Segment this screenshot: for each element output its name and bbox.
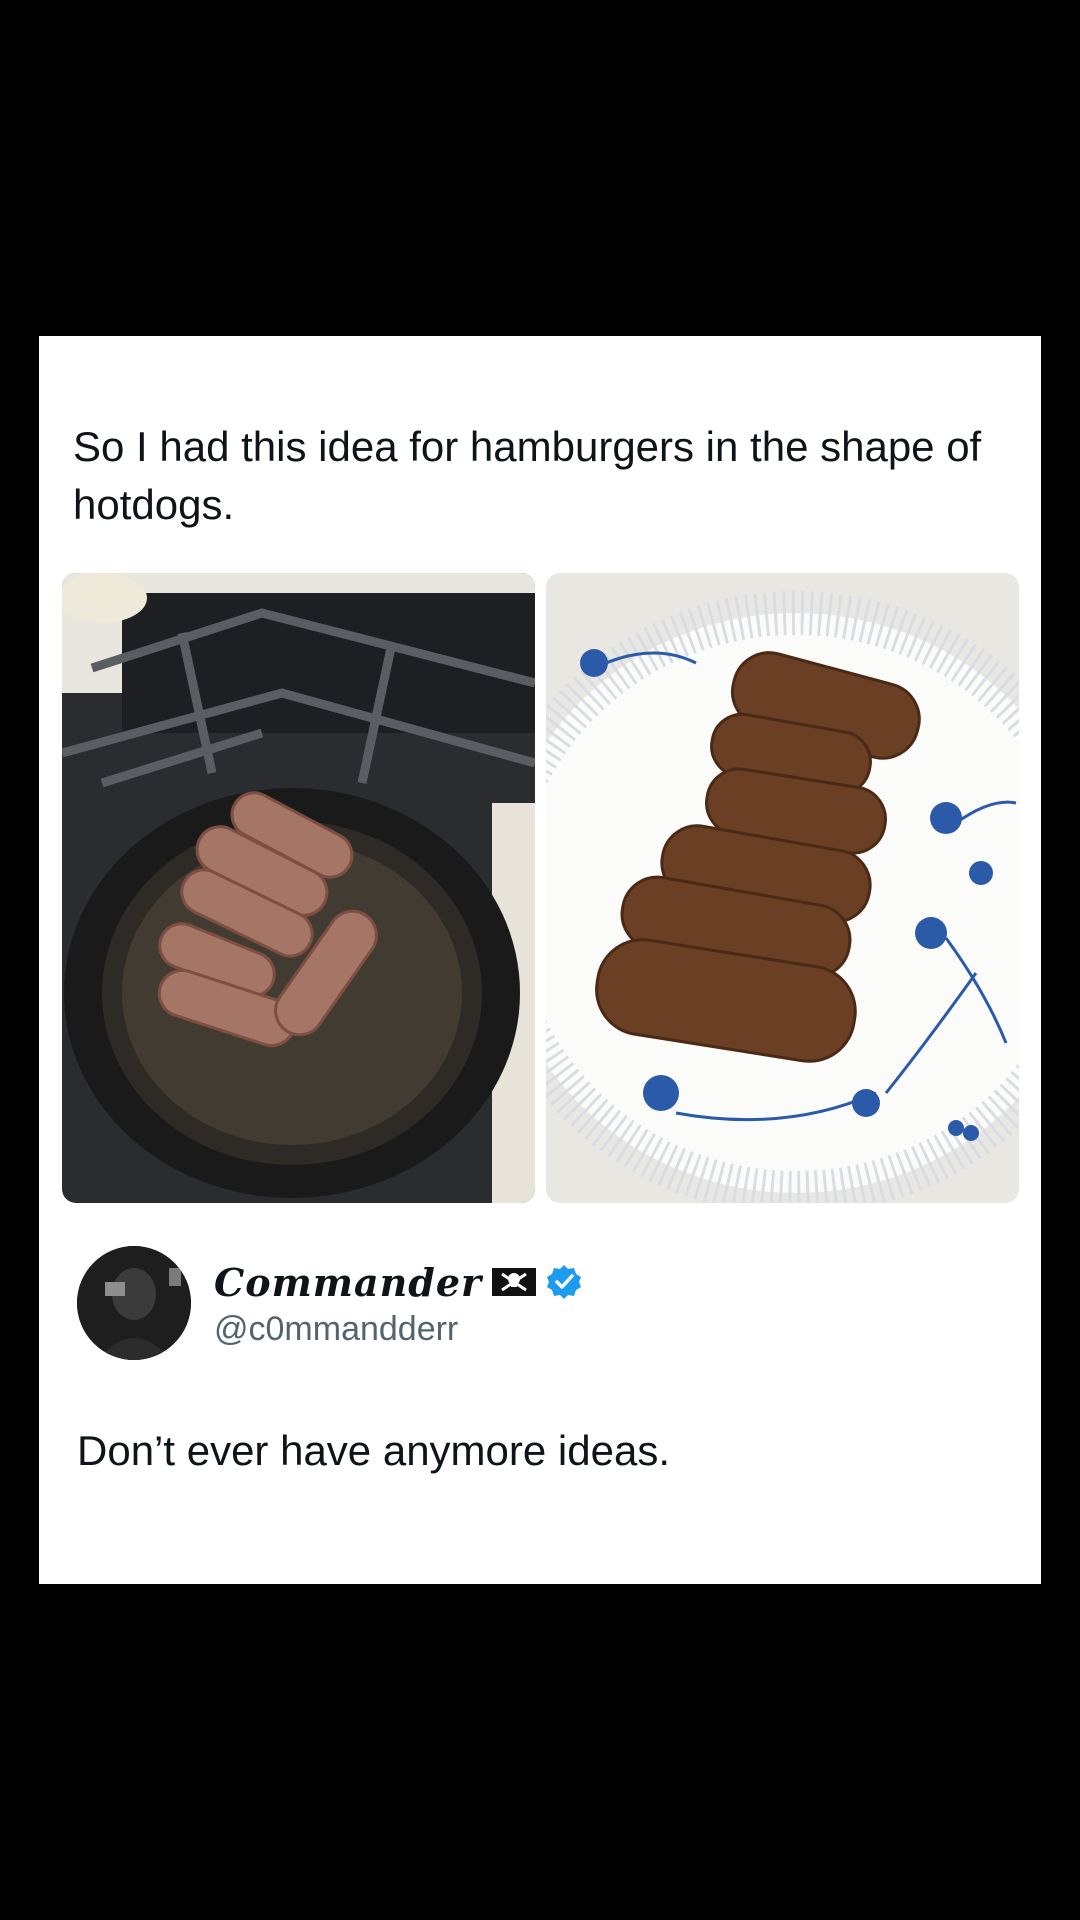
plate-photo[interactable]	[546, 573, 1019, 1203]
display-name[interactable]: Commander	[214, 1260, 482, 1305]
skillet-photo[interactable]	[62, 573, 535, 1203]
avatar[interactable]	[77, 1246, 191, 1360]
author-row[interactable]: Commander @c0mmandderr	[77, 1246, 977, 1360]
plate-photo-icon	[546, 573, 1019, 1203]
post-media-grid	[62, 573, 1019, 1203]
post-text: So I had this idea for hamburgers in the…	[73, 423, 982, 528]
verified-badge-icon[interactable]	[546, 1264, 582, 1300]
reply-text: Don’t ever have anymore ideas.	[77, 1427, 670, 1474]
avatar-image-icon	[77, 1246, 191, 1360]
pirate-flag-icon	[492, 1268, 537, 1296]
name-row: Commander	[214, 1260, 582, 1305]
author-handle[interactable]: @c0mmandderr	[214, 1310, 458, 1349]
skillet-photo-icon	[62, 573, 535, 1203]
quoted-post-card[interactable]: So I had this idea for hamburgers in the…	[39, 336, 1041, 1584]
